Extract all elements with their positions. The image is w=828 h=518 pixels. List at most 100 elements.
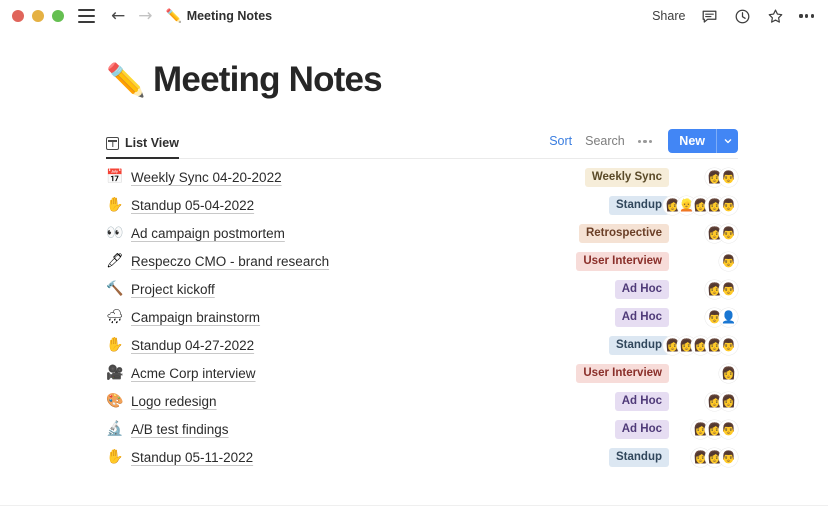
row-title-link[interactable]: Campaign brainstorm (131, 310, 260, 325)
breadcrumb-pencil-icon: ✏️ (166, 10, 182, 23)
row-meta-cell: Standup👩👱👩👩👨 (609, 196, 738, 215)
avatar[interactable]: 👤 (719, 308, 738, 327)
row-meta-cell: Ad Hoc 👩👩👨 (615, 420, 738, 439)
share-button[interactable]: Share (652, 9, 685, 23)
title-bar: ← → ✏️ Meeting Notes Share (0, 0, 828, 32)
status-badge[interactable]: Standup (609, 196, 669, 215)
row-meta-cell: Ad Hoc 👩👩 (615, 392, 738, 411)
minimize-window-button[interactable] (32, 10, 44, 22)
avatar-group: 👩👩👨 (678, 420, 738, 439)
row-meta-cell: Retrospective 👩👨 (579, 224, 738, 243)
table-row[interactable]: ✋ Standup 05-11-2022 Standup👩👩👨 (106, 443, 738, 471)
table-row[interactable]: ✋Standup 05-04-2022Standup👩👱👩👩👨 (106, 191, 738, 219)
row-emoji-icon: 🖊 (106, 254, 123, 268)
view-more-icon[interactable] (638, 140, 653, 143)
new-button[interactable]: New (668, 129, 738, 153)
table-row[interactable]: 🔨 Project kickoff Ad Hoc 👩👨 (106, 275, 738, 303)
row-title-cell: 📅 Weekly Sync 04-20-2022 (106, 170, 282, 185)
avatar[interactable]: 👨 (719, 280, 738, 299)
avatar-group: 👩👨 (678, 168, 738, 187)
avatar[interactable]: 👨 (719, 196, 738, 215)
avatar-group: 👩👩👩👩👨 (678, 336, 738, 355)
table-row[interactable]: 👀 Ad campaign postmortem Retrospective 👩👨 (106, 219, 738, 247)
table-row[interactable]: 🌧 Campaign brainstorm Ad Hoc👨👤 (106, 303, 738, 331)
row-emoji-icon: ✋ (106, 450, 123, 464)
breadcrumb[interactable]: ✏️ Meeting Notes (166, 9, 273, 23)
status-badge[interactable]: Standup (609, 336, 669, 355)
table-row[interactable]: 🎨Logo redesign Ad Hoc 👩👩 (106, 387, 738, 415)
status-badge[interactable]: User Interview (576, 252, 669, 271)
status-badge[interactable]: Retrospective (579, 224, 669, 243)
row-meta-cell: Ad Hoc👨👤 (615, 308, 738, 327)
status-badge[interactable]: Ad Hoc (615, 280, 669, 299)
tab-list-view-label: List View (125, 136, 179, 150)
status-badge[interactable]: Weekly Sync (585, 168, 669, 187)
row-title-cell: 🌧 Campaign brainstorm (106, 310, 260, 325)
avatar[interactable]: 👨 (719, 448, 738, 467)
table-row[interactable]: 🖊 Respeczo CMO - brand research User Inter… (106, 247, 738, 275)
view-tabs: List View (106, 128, 179, 158)
table-row[interactable]: 🔬A/B test findingsAd Hoc👩👩👨 (106, 415, 738, 443)
page-title-text: Meeting Notes (153, 60, 382, 100)
row-emoji-icon: 🎥 (106, 366, 123, 380)
row-emoji-icon: 👀 (106, 226, 123, 240)
avatar[interactable]: 👨 (719, 336, 738, 355)
row-title-cell: 🎨Logo redesign (106, 394, 217, 409)
status-badge[interactable]: Ad Hoc (615, 420, 669, 439)
notes-list: 📅Weekly Sync 04-20-2022Weekly Sync👩👨✋Sta… (106, 159, 738, 471)
row-emoji-icon: 📅 (106, 170, 123, 184)
avatar[interactable]: 👨 (719, 168, 738, 187)
window-controls (12, 10, 64, 22)
page-title-pencil-icon: ✏️ (106, 64, 145, 96)
sidebar-toggle-icon[interactable] (78, 9, 95, 23)
avatar-group: 👩👨 (678, 280, 738, 299)
clock-icon[interactable] (733, 7, 751, 25)
star-icon[interactable] (766, 7, 784, 25)
status-badge[interactable]: User Interview (576, 364, 669, 383)
avatar[interactable]: 👩 (719, 392, 738, 411)
row-meta-cell: Standup👩👩👨 (609, 448, 738, 467)
row-title-link[interactable]: Project kickoff (131, 282, 215, 297)
avatar-group: 👩👨 (678, 224, 738, 243)
close-window-button[interactable] (12, 10, 24, 22)
forward-arrow-icon[interactable]: → (138, 8, 152, 25)
row-title-link[interactable]: Respeczo CMO - brand research (131, 254, 329, 269)
sort-button[interactable]: Sort (549, 134, 572, 148)
row-title-link[interactable]: Standup 05-11-2022 (131, 450, 253, 465)
row-title-link[interactable]: Standup 04-27-2022 (131, 338, 254, 353)
row-title-link[interactable]: Ad campaign postmortem (131, 226, 285, 241)
row-title-cell: 🎥 Acme Corp interview (106, 366, 256, 381)
tab-list-view[interactable]: List View (106, 136, 179, 159)
search-button[interactable]: Search (585, 134, 625, 148)
titlebar-actions: Share (652, 7, 814, 25)
status-badge[interactable]: Standup (609, 448, 669, 467)
status-badge[interactable]: Ad Hoc (615, 308, 669, 327)
comment-icon[interactable] (700, 7, 718, 25)
back-arrow-icon[interactable]: ← (111, 8, 125, 25)
more-icon[interactable] (799, 10, 814, 21)
row-meta-cell: Weekly Sync 👩👨 (585, 168, 738, 187)
avatar[interactable]: 👨 (719, 224, 738, 243)
avatar[interactable]: 👨 (719, 420, 738, 439)
row-title-link[interactable]: Acme Corp interview (131, 366, 256, 381)
row-title-link[interactable]: A/B test findings (131, 422, 229, 437)
row-title-cell: 🔨 Project kickoff (106, 282, 215, 297)
row-meta-cell: User Interview 👨 (576, 252, 738, 271)
row-emoji-icon: 🌧 (106, 310, 123, 324)
table-row[interactable]: 🎥 Acme Corp interview User Interview 👩 (106, 359, 738, 387)
table-row[interactable]: 📅 Weekly Sync 04-20-2022 Weekly Sync 👩👨 (106, 163, 738, 191)
status-badge[interactable]: Ad Hoc (615, 392, 669, 411)
maximize-window-button[interactable] (52, 10, 64, 22)
new-button-label: New (668, 129, 716, 153)
row-title-cell: 🖊 Respeczo CMO - brand research (106, 254, 329, 269)
avatar[interactable]: 👩 (719, 364, 738, 383)
table-row[interactable]: ✋Standup 04-27-2022Standup👩👩👩👩👨 (106, 331, 738, 359)
row-emoji-icon: 🔨 (106, 282, 123, 296)
row-title-link[interactable]: Standup 05-04-2022 (131, 198, 254, 213)
row-title-link[interactable]: Logo redesign (131, 394, 217, 409)
avatar-group: 👩 (678, 364, 738, 383)
avatar[interactable]: 👨 (719, 252, 738, 271)
chevron-down-icon[interactable] (716, 129, 738, 153)
avatar-group: 👩👩 (678, 392, 738, 411)
row-title-link[interactable]: Weekly Sync 04-20-2022 (131, 170, 282, 185)
